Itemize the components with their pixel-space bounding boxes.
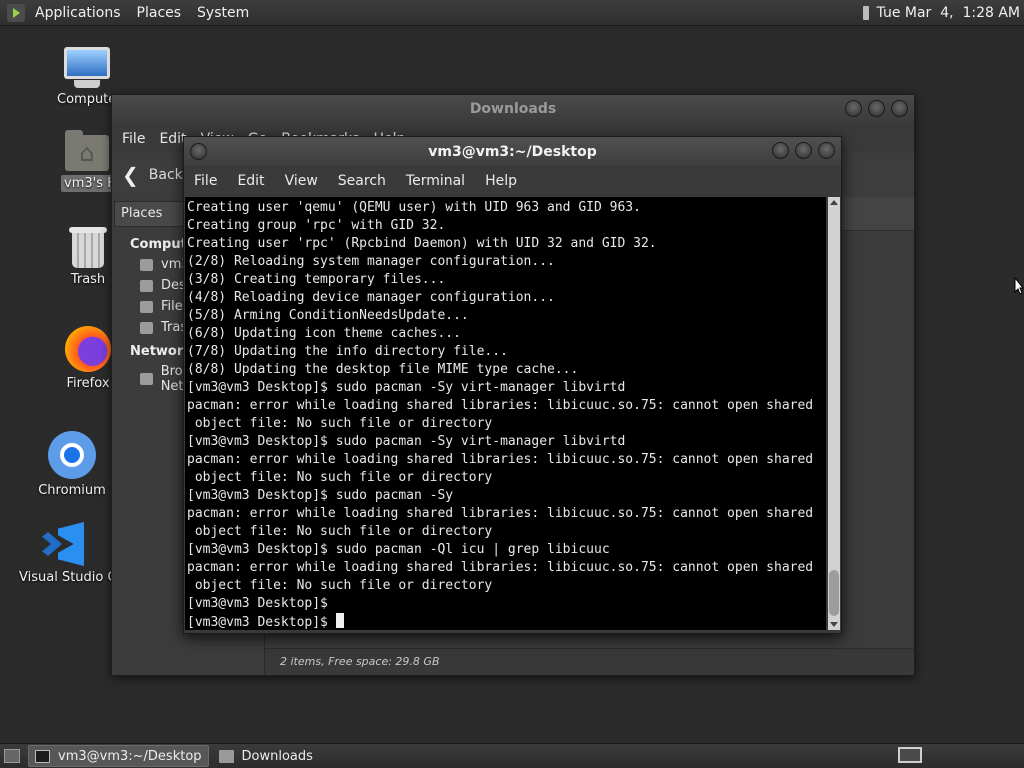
trash-icon xyxy=(69,227,107,268)
menu-search[interactable]: Search xyxy=(338,173,386,189)
maximize-button[interactable] xyxy=(868,100,885,117)
clock-text: Tue Mar 4, 1:28 AM xyxy=(876,4,1020,21)
terminal-line: (4/8) Reloading device manager configura… xyxy=(187,290,555,305)
terminal-line: pacman: error while loading shared libra… xyxy=(187,506,814,521)
taskbar-item-label: Downloads xyxy=(241,748,313,764)
terminal-menubar: File Edit View Search Terminal Help xyxy=(184,166,841,196)
minimize-button[interactable] xyxy=(772,142,789,159)
terminal-line: [vm3@vm3 Desktop]$ sudo pacman -Ql icu |… xyxy=(187,542,610,557)
top-panel: Applications Places System Tue Mar 4, 1:… xyxy=(0,0,1024,26)
computer-icon xyxy=(64,47,110,88)
terminal-scrollbar[interactable] xyxy=(828,197,840,630)
home-folder-icon xyxy=(65,130,109,171)
window-menu-button[interactable] xyxy=(190,143,207,160)
desktop-icon-vscode[interactable]: Visual Studio Code xyxy=(17,522,111,585)
applications-menu[interactable]: Applications xyxy=(27,5,129,21)
terminal-line: (8/8) Updating the desktop file MIME typ… xyxy=(187,362,579,377)
terminal-line: (5/8) Arming ConditionNeedsUpdate... xyxy=(187,308,469,323)
system-menu[interactable]: System xyxy=(189,5,257,21)
trash-icon xyxy=(140,321,153,334)
back-arrow-icon[interactable]: ❮ xyxy=(122,163,139,187)
terminal-line: (7/8) Updating the info directory file..… xyxy=(187,344,508,359)
window-title: Downloads xyxy=(469,101,557,117)
show-desktop-icon[interactable] xyxy=(4,749,20,763)
terminal-line: Creating user 'rpc' (Rpcbind Daemon) wit… xyxy=(187,236,657,251)
terminal-line: Creating user 'qemu' (QEMU user) with UI… xyxy=(187,200,641,215)
terminal-line: object file: No such file or directory xyxy=(187,470,493,485)
minimize-button[interactable] xyxy=(845,100,862,117)
close-button[interactable] xyxy=(891,100,908,117)
desktop-icon-label: Visual Studio Code xyxy=(19,570,111,585)
terminal-line: (6/8) Updating icon theme caches... xyxy=(187,326,461,341)
terminal-text: Creating user 'qemu' (QEMU user) with UI… xyxy=(185,197,826,630)
menu-terminal[interactable]: Terminal xyxy=(406,173,465,189)
window-controls xyxy=(845,100,908,117)
terminal-line: (3/8) Creating temporary files... xyxy=(187,272,446,287)
clock[interactable]: Tue Mar 4, 1:28 AM xyxy=(862,0,1020,25)
taskbar: vm3@vm3:~/Desktop Downloads xyxy=(0,743,1024,768)
home-icon xyxy=(140,258,153,271)
distro-logo-icon[interactable] xyxy=(7,3,25,22)
downloads-titlebar[interactable]: Downloads xyxy=(112,95,914,124)
window-title: vm3@vm3:~/Desktop xyxy=(428,144,597,160)
folder-icon xyxy=(218,749,234,763)
terminal-line: object file: No such file or directory xyxy=(187,416,493,431)
terminal-line: pacman: error while loading shared libra… xyxy=(187,452,814,467)
terminal-icon xyxy=(35,749,50,763)
workspace-switcher[interactable] xyxy=(898,747,922,763)
terminal-line: pacman: error while loading shared libra… xyxy=(187,560,814,575)
terminal-line: object file: No such file or directory xyxy=(187,524,493,539)
terminal-prompt-line: [vm3@vm3 Desktop]$ xyxy=(187,613,826,630)
terminal-line: Creating group 'rpc' with GID 32. xyxy=(187,218,446,233)
menu-view[interactable]: View xyxy=(285,173,318,189)
terminal-line: (2/8) Reloading system manager configura… xyxy=(187,254,555,269)
places-menu[interactable]: Places xyxy=(129,5,190,21)
terminal-line: [vm3@vm3 Desktop]$ sudo pacman -Sy xyxy=(187,488,454,503)
terminal-output[interactable]: Creating user 'qemu' (QEMU user) with UI… xyxy=(185,197,826,630)
taskbar-item-downloads[interactable]: Downloads xyxy=(213,745,319,767)
terminal-line: [vm3@vm3 Desktop]$ sudo pacman -Sy virt-… xyxy=(187,434,626,449)
status-bar: 2 items, Free space: 29.8 GB xyxy=(265,648,914,675)
scroll-up-arrow-icon[interactable] xyxy=(830,200,838,205)
window-controls xyxy=(772,142,835,159)
back-button[interactable]: Back xyxy=(149,167,183,183)
desktop-icon xyxy=(140,279,153,292)
panel-separator xyxy=(862,5,869,20)
main-menu: Applications Places System xyxy=(0,0,257,25)
terminal-window[interactable]: vm3@vm3:~/Desktop File Edit View Search … xyxy=(183,136,842,634)
close-button[interactable] xyxy=(818,142,835,159)
network-icon xyxy=(140,373,153,385)
menu-edit[interactable]: Edit xyxy=(237,173,264,189)
maximize-button[interactable] xyxy=(795,142,812,159)
desktop-icon-label: Computer xyxy=(57,92,117,107)
text-cursor xyxy=(335,613,344,628)
chromium-icon xyxy=(48,431,96,479)
taskbar-item-label: vm3@vm3:~/Desktop xyxy=(58,748,202,764)
terminal-line: [vm3@vm3 Desktop]$ xyxy=(187,596,336,611)
menu-help[interactable]: Help xyxy=(485,173,517,189)
vscode-icon xyxy=(42,522,86,566)
drive-icon xyxy=(140,300,153,313)
firefox-icon xyxy=(65,326,111,372)
scroll-down-arrow-icon[interactable] xyxy=(830,622,838,627)
terminal-line: object file: No such file or directory xyxy=(187,578,493,593)
menu-file[interactable]: File xyxy=(122,131,145,147)
terminal-line: pacman: error while loading shared libra… xyxy=(187,398,814,413)
scrollbar-thumb[interactable] xyxy=(829,570,839,616)
terminal-titlebar[interactable]: vm3@vm3:~/Desktop xyxy=(184,137,841,166)
terminal-prompt: [vm3@vm3 Desktop]$ xyxy=(187,615,336,630)
terminal-line: [vm3@vm3 Desktop]$ sudo pacman -Sy virt-… xyxy=(187,380,626,395)
menu-file[interactable]: File xyxy=(194,173,217,189)
taskbar-item-terminal[interactable]: vm3@vm3:~/Desktop xyxy=(28,745,209,767)
